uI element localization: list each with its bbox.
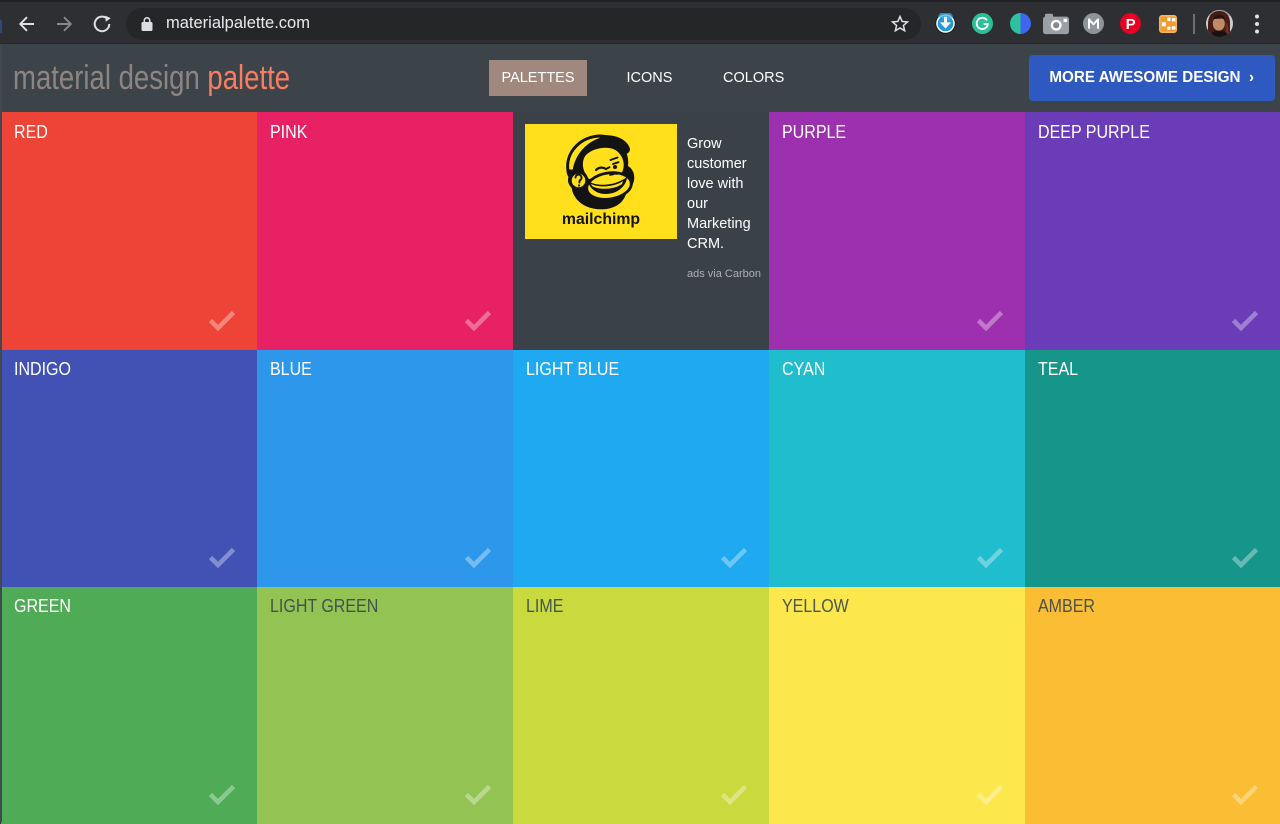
svg-text:P: P	[1126, 16, 1136, 33]
svg-text:mailchimp: mailchimp	[562, 211, 640, 228]
